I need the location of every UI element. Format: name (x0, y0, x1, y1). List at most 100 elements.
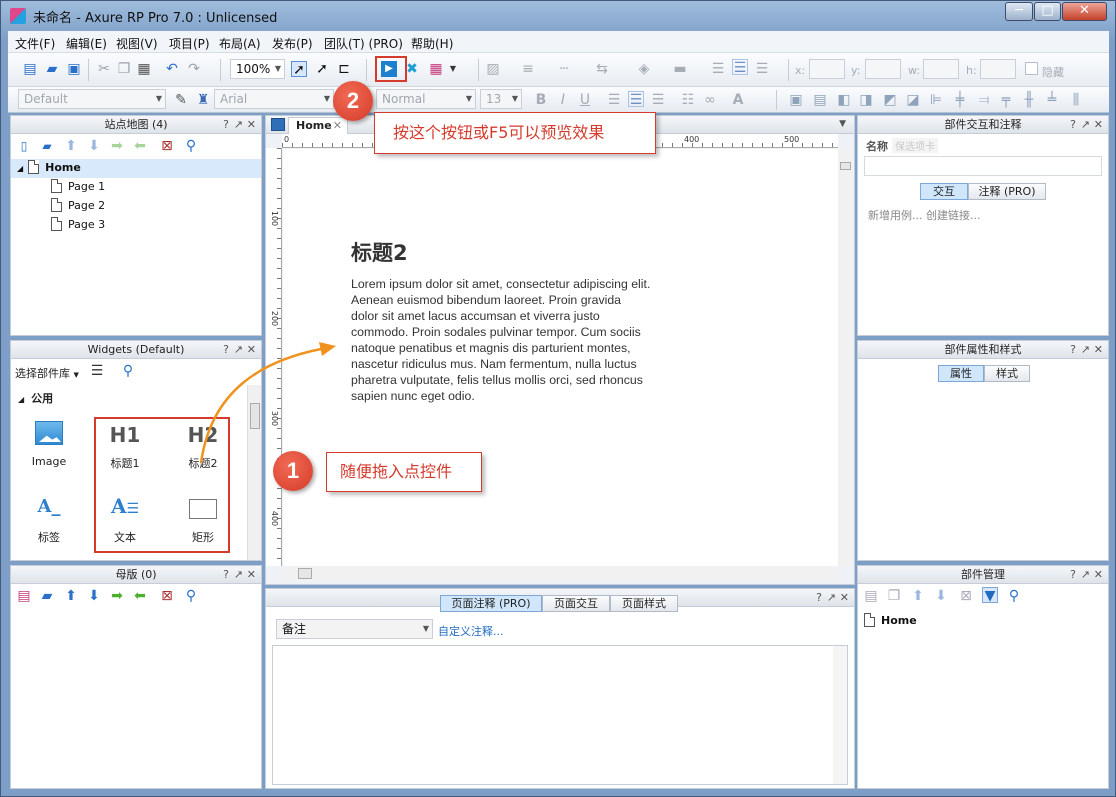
font-weight-select[interactable]: Normal ▼ (376, 89, 476, 109)
connector-pointer-icon[interactable]: ➚ (314, 61, 330, 77)
menu-project[interactable]: 项目(P) (169, 35, 210, 52)
menu-file[interactable]: 文件(F) (15, 35, 55, 52)
widget-name-input[interactable] (864, 156, 1102, 176)
heading-2-widget[interactable]: 标题2 (351, 237, 408, 267)
add-master-icon[interactable]: ▤ (16, 588, 32, 604)
custom-notes-link[interactable]: 自定义注释... (438, 623, 504, 639)
popout-icon[interactable]: ↗ (827, 589, 836, 606)
menu-edit[interactable]: 编辑(E) (66, 35, 107, 52)
help-icon[interactable]: ? (1070, 341, 1076, 358)
new-file-icon[interactable]: ▤ (22, 61, 38, 77)
zoom-select[interactable]: 100% ▼ (230, 59, 285, 79)
popout-icon[interactable]: ↗ (234, 566, 243, 583)
tab-page-interactions[interactable]: 页面交互 (542, 595, 610, 612)
minimize-button[interactable]: ─ (1005, 2, 1033, 21)
x-field[interactable] (809, 59, 845, 79)
menu-publish[interactable]: 发布(P) (272, 35, 313, 52)
close-panel-icon[interactable]: ✕ (1094, 116, 1103, 133)
scroll-thumb[interactable] (298, 568, 312, 579)
library-select[interactable]: 选择部件库 ▼ (15, 365, 79, 381)
search-icon[interactable]: ⚲ (183, 138, 199, 154)
sitemap-item-page-2[interactable]: Page 2 (51, 197, 105, 215)
popout-icon[interactable]: ↗ (234, 116, 243, 133)
close-panel-icon[interactable]: ✕ (247, 116, 256, 133)
close-button[interactable]: ✕ (1062, 2, 1107, 21)
tab-page-style[interactable]: 页面样式 (610, 595, 678, 612)
paragraph-widget[interactable]: Lorem ipsum dolor sit amet, consectetur … (351, 276, 651, 404)
style-select[interactable]: Default ▼ (18, 89, 166, 109)
cut-icon[interactable]: ✂ (96, 61, 112, 77)
maximize-button[interactable]: □ (1034, 2, 1061, 21)
sitemap-item-page-1[interactable]: Page 1 (51, 178, 105, 196)
brush-icon[interactable]: ♜ (195, 92, 211, 108)
sitemap-toggle-icon[interactable] (271, 118, 285, 131)
hidden-checkbox[interactable] (1025, 62, 1038, 75)
tab-page-notes[interactable]: 页面注释 (PRO) (440, 595, 542, 612)
popout-icon[interactable]: ↗ (1081, 566, 1090, 583)
close-panel-icon[interactable]: ✕ (1094, 566, 1103, 583)
category-header[interactable]: ◢ 公用 (18, 390, 53, 406)
close-panel-icon[interactable]: ✕ (1094, 341, 1103, 358)
select-pointer-icon[interactable]: ➚ (291, 61, 307, 78)
move-up-icon[interactable]: ⬆ (63, 588, 79, 604)
tab-home[interactable]: Home ✕ (288, 117, 348, 134)
tab-interactions[interactable]: 交互 (920, 183, 968, 200)
close-panel-icon[interactable]: ✕ (840, 589, 849, 606)
filter-icon[interactable]: ▼ (982, 587, 998, 604)
publish-icon[interactable]: ▦ (428, 61, 444, 77)
undo-icon[interactable]: ↶ (164, 61, 180, 77)
add-folder-icon[interactable]: ▰ (39, 138, 55, 154)
menu-layout[interactable]: 布局(A) (219, 35, 261, 52)
search-icon[interactable]: ⚲ (1006, 588, 1022, 604)
tab-list-dropdown-icon[interactable]: ▼ (839, 119, 846, 129)
notes-field-select[interactable]: 备注 ▼ (276, 619, 433, 639)
format-painter-icon[interactable]: ✎ (173, 92, 189, 108)
h-field[interactable] (980, 59, 1016, 79)
popout-icon[interactable]: ↗ (1081, 116, 1090, 133)
menu-team[interactable]: 团队(T) (PRO) (324, 35, 403, 52)
move-down-icon[interactable]: ⬇ (86, 588, 102, 604)
search-icon[interactable]: ⚲ (183, 588, 199, 604)
add-case-link[interactable]: 新增用例... 创建链接... (868, 207, 980, 223)
scroll-thumb[interactable] (840, 162, 851, 170)
delete-page-icon[interactable]: ⊠ (159, 138, 175, 154)
outdent-icon[interactable]: ⬅ (132, 588, 148, 604)
help-icon[interactable]: ? (1070, 566, 1076, 583)
y-field[interactable] (865, 59, 901, 79)
sitemap-item-home[interactable]: ◢ Home (17, 159, 81, 178)
manager-item-home[interactable]: Home (864, 612, 917, 630)
add-page-icon[interactable]: ▯ (16, 138, 32, 154)
canvas-vertical-scrollbar[interactable] (838, 148, 853, 566)
w-field[interactable] (923, 59, 959, 79)
tab-style[interactable]: 样式 (984, 365, 1030, 382)
sitemap-item-page-3[interactable]: Page 3 (51, 216, 105, 234)
publish-dropdown-icon[interactable]: ▼ (445, 61, 461, 77)
font-size-select[interactable]: 13 ▼ (480, 89, 522, 109)
canvas-horizontal-scrollbar[interactable] (282, 566, 838, 581)
open-folder-icon[interactable]: ▰ (44, 61, 60, 77)
copy-icon[interactable]: ❐ (116, 61, 132, 77)
tab-annotations[interactable]: 注释 (PRO) (968, 183, 1046, 200)
help-icon[interactable]: ? (223, 116, 229, 133)
menu-icon[interactable]: ☰ (89, 363, 105, 379)
tab-properties[interactable]: 属性 (938, 365, 984, 382)
widget-label[interactable]: A_ 标签 (19, 496, 79, 545)
help-icon[interactable]: ? (816, 589, 822, 606)
help-icon[interactable]: ? (1070, 116, 1076, 133)
menu-view[interactable]: 视图(V) (116, 35, 158, 52)
delete-master-icon[interactable]: ⊠ (159, 588, 175, 604)
close-panel-icon[interactable]: ✕ (247, 566, 256, 583)
indent-icon[interactable]: ➡ (109, 588, 125, 604)
notes-textarea[interactable] (272, 645, 848, 785)
add-folder-icon[interactable]: ▰ (39, 588, 55, 604)
widget-image[interactable]: Image (19, 421, 79, 468)
help-icon[interactable]: ? (223, 566, 229, 583)
menu-help[interactable]: 帮助(H) (411, 35, 453, 52)
paste-icon[interactable]: ▦ (136, 61, 152, 77)
connection-tool-icon[interactable]: ⊏ (336, 61, 352, 77)
redo-icon[interactable]: ↷ (186, 61, 202, 77)
search-icon[interactable]: ⚲ (120, 363, 136, 379)
font-select[interactable]: Arial ▼ (214, 89, 334, 109)
notes-scrollbar[interactable] (833, 646, 847, 784)
popout-icon[interactable]: ↗ (1081, 341, 1090, 358)
